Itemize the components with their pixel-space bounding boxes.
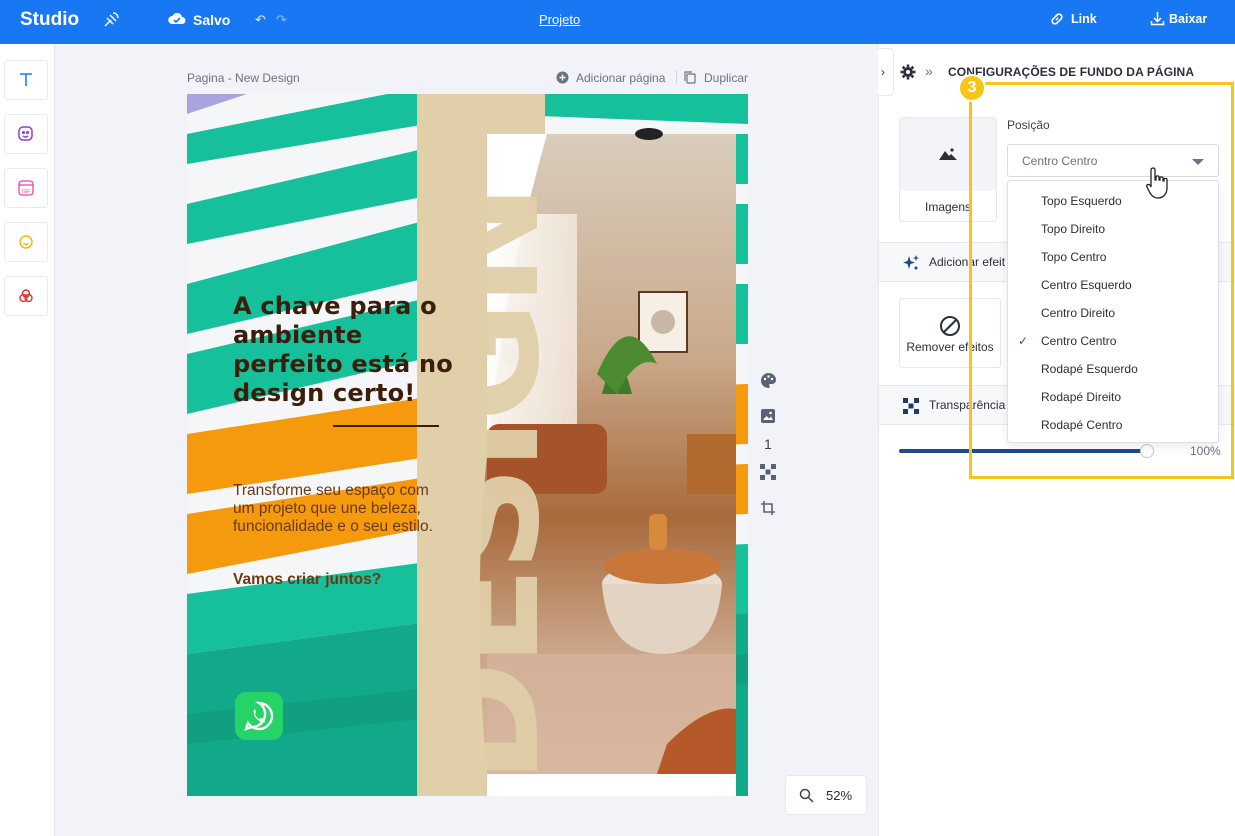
text-tool-button[interactable] bbox=[4, 60, 48, 100]
page-title: Pagina - New Design bbox=[187, 71, 300, 85]
gif-tool-button[interactable]: GIF bbox=[4, 168, 48, 208]
headline-rule bbox=[333, 425, 439, 427]
block-icon bbox=[939, 315, 961, 342]
redo-button[interactable]: ↷ bbox=[276, 12, 287, 28]
top-bar: Studio Salvo ↶ ↷ Projeto Link Baixar bbox=[0, 0, 1235, 44]
zoom-control[interactable]: 52% bbox=[785, 775, 867, 815]
svg-text:GIF: GIF bbox=[22, 189, 30, 195]
left-toolbar bbox=[0, 44, 55, 836]
step-badge: 3 bbox=[958, 74, 986, 102]
hand-cursor-icon bbox=[1145, 166, 1171, 205]
sparkle-icon bbox=[902, 254, 920, 277]
link-button[interactable]: Link bbox=[1071, 12, 1097, 26]
shapes-icon bbox=[19, 289, 33, 303]
emoji-icon bbox=[19, 235, 33, 249]
palette-icon[interactable] bbox=[760, 372, 777, 394]
link-icon[interactable] bbox=[1050, 12, 1064, 31]
sticker-tool-button[interactable] bbox=[4, 114, 48, 154]
download-icon[interactable] bbox=[1150, 11, 1165, 31]
body-text[interactable]: Transforme seu espaço com um projeto que… bbox=[233, 482, 448, 536]
double-chevron-icon: » bbox=[925, 63, 933, 79]
divider bbox=[676, 70, 677, 84]
duplicate-button[interactable]: Duplicar bbox=[704, 71, 748, 85]
sticker-icon bbox=[18, 126, 33, 141]
download-button[interactable]: Baixar bbox=[1169, 12, 1207, 26]
design-background: DESIGN bbox=[187, 94, 748, 796]
page-number: 1 bbox=[764, 436, 772, 452]
satellite-icon[interactable] bbox=[102, 11, 120, 34]
project-link[interactable]: Projeto bbox=[539, 12, 580, 27]
search-icon bbox=[799, 788, 814, 808]
image-icon[interactable] bbox=[760, 408, 776, 429]
panel-title: CONFIGURAÇÕES DE FUNDO DA PÁGINA bbox=[948, 65, 1195, 79]
add-circle-icon[interactable] bbox=[556, 71, 569, 89]
mountain-icon bbox=[938, 146, 958, 167]
crop-icon[interactable] bbox=[760, 500, 776, 521]
add-page-button[interactable]: Adicionar página bbox=[576, 71, 665, 85]
cta-text[interactable]: Vamos criar juntos? bbox=[233, 571, 381, 589]
app-logo[interactable]: Studio bbox=[20, 9, 79, 31]
headline[interactable]: A chave para o ambiente perfeito está no… bbox=[233, 292, 463, 408]
saved-status: Salvo bbox=[193, 12, 231, 28]
annotation-highlight bbox=[969, 82, 1234, 479]
collapse-panel-button[interactable]: › bbox=[878, 48, 894, 96]
chevron-right-icon: › bbox=[881, 65, 885, 79]
copy-icon[interactable] bbox=[684, 71, 696, 89]
checker-icon bbox=[902, 397, 920, 420]
emoji-tool-button[interactable] bbox=[4, 222, 48, 262]
cloud-check-icon bbox=[168, 11, 186, 32]
gif-icon: GIF bbox=[18, 180, 34, 196]
elements-tool-button[interactable] bbox=[4, 276, 48, 316]
undo-button[interactable]: ↶ bbox=[255, 12, 266, 28]
whatsapp-icon[interactable] bbox=[235, 692, 283, 740]
zoom-value: 52% bbox=[826, 788, 853, 803]
design-canvas[interactable]: DESIGN A chave para o ambiente perfeito … bbox=[187, 94, 748, 796]
gear-icon bbox=[900, 64, 916, 85]
text-icon bbox=[20, 73, 32, 86]
checker-icon[interactable] bbox=[760, 464, 776, 485]
